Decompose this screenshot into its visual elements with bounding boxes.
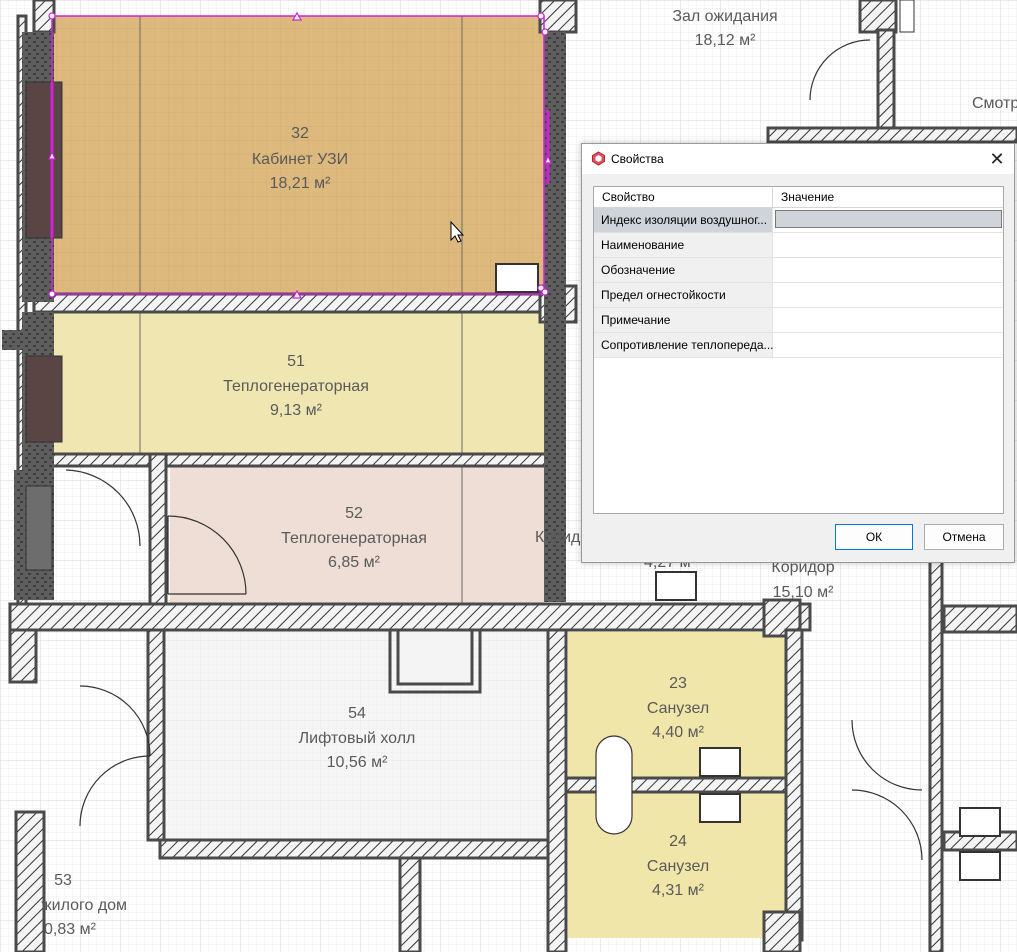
column-header-value[interactable]: Значение bbox=[781, 190, 834, 204]
property-grid[interactable]: Свойство Значение Индекс изоляции воздуш… bbox=[593, 186, 1004, 514]
property-key: Примечание bbox=[601, 313, 671, 327]
room-number: 54 bbox=[348, 705, 366, 722]
room-area: 6,85 м² bbox=[328, 554, 381, 571]
room-number: 51 bbox=[287, 353, 305, 370]
room-area: 4,31 м² bbox=[652, 882, 705, 899]
room-number: 32 bbox=[291, 125, 309, 142]
room-area: 0,83 м² bbox=[44, 921, 97, 938]
room-area: 4,40 м² bbox=[652, 724, 705, 741]
app-cube-icon bbox=[592, 151, 605, 166]
close-icon[interactable]: ✕ bbox=[986, 148, 1008, 170]
waiting-room-area: 18,12 м² bbox=[695, 32, 756, 49]
property-key: Предел огнестойкости bbox=[601, 288, 726, 302]
waiting-room-name: Зал ожидания bbox=[672, 8, 777, 25]
smotr-label: Смотр bbox=[972, 95, 1017, 112]
property-row[interactable]: Примечание bbox=[594, 308, 1003, 333]
corridor-cut-label: Корид bbox=[535, 529, 581, 546]
corridor-area: 15,10 м² bbox=[773, 584, 834, 601]
room-number: 52 bbox=[345, 505, 363, 522]
property-value[interactable] bbox=[773, 308, 1003, 332]
property-value[interactable] bbox=[773, 283, 1003, 307]
room-name: Санузел bbox=[647, 858, 709, 875]
room-number: 53 bbox=[54, 872, 72, 889]
property-key: Сопротивление теплопереда... bbox=[601, 338, 774, 352]
room-name: Теплогенераторная bbox=[223, 378, 369, 395]
property-value[interactable] bbox=[773, 258, 1003, 282]
room-area: 18,21 м² bbox=[270, 175, 331, 192]
column-header-property[interactable]: Свойство bbox=[602, 190, 655, 204]
property-row[interactable]: Предел огнестойкости bbox=[594, 283, 1003, 308]
grid-header: Свойство Значение bbox=[594, 187, 1003, 208]
room-area: 9,13 м² bbox=[270, 402, 323, 419]
property-row[interactable]: Сопротивление теплопереда... bbox=[594, 333, 1003, 358]
property-row[interactable]: Индекс изоляции воздушног... bbox=[594, 208, 1003, 233]
room-name: Теплогенераторная bbox=[281, 530, 427, 547]
cancel-button[interactable]: Отмена bbox=[924, 524, 1004, 550]
properties-dialog[interactable]: Свойства ✕ Свойство Значение Индекс изол… bbox=[581, 143, 1015, 563]
property-value[interactable] bbox=[773, 233, 1003, 257]
room-name: Кабинет УЗИ bbox=[252, 151, 348, 168]
room-name: жилого дом bbox=[41, 897, 127, 914]
ok-button[interactable]: ОК bbox=[835, 524, 913, 550]
room-number: 24 bbox=[669, 833, 687, 850]
property-key: Индекс изоляции воздушног... bbox=[601, 213, 768, 227]
room-number: 23 bbox=[669, 675, 687, 692]
property-value-input[interactable] bbox=[775, 210, 1002, 228]
property-row[interactable]: Обозначение bbox=[594, 258, 1003, 283]
room-name: Лифтовый холл bbox=[299, 730, 416, 747]
property-key: Обозначение bbox=[601, 263, 676, 277]
dialog-titlebar[interactable]: Свойства ✕ bbox=[582, 144, 1014, 174]
property-value[interactable] bbox=[773, 333, 1003, 357]
room-name: Санузел bbox=[647, 700, 709, 717]
property-row[interactable]: Наименование bbox=[594, 233, 1003, 258]
property-key: Наименование bbox=[601, 238, 685, 252]
dialog-title: Свойства bbox=[611, 152, 664, 166]
room-area: 10,56 м² bbox=[327, 754, 388, 771]
